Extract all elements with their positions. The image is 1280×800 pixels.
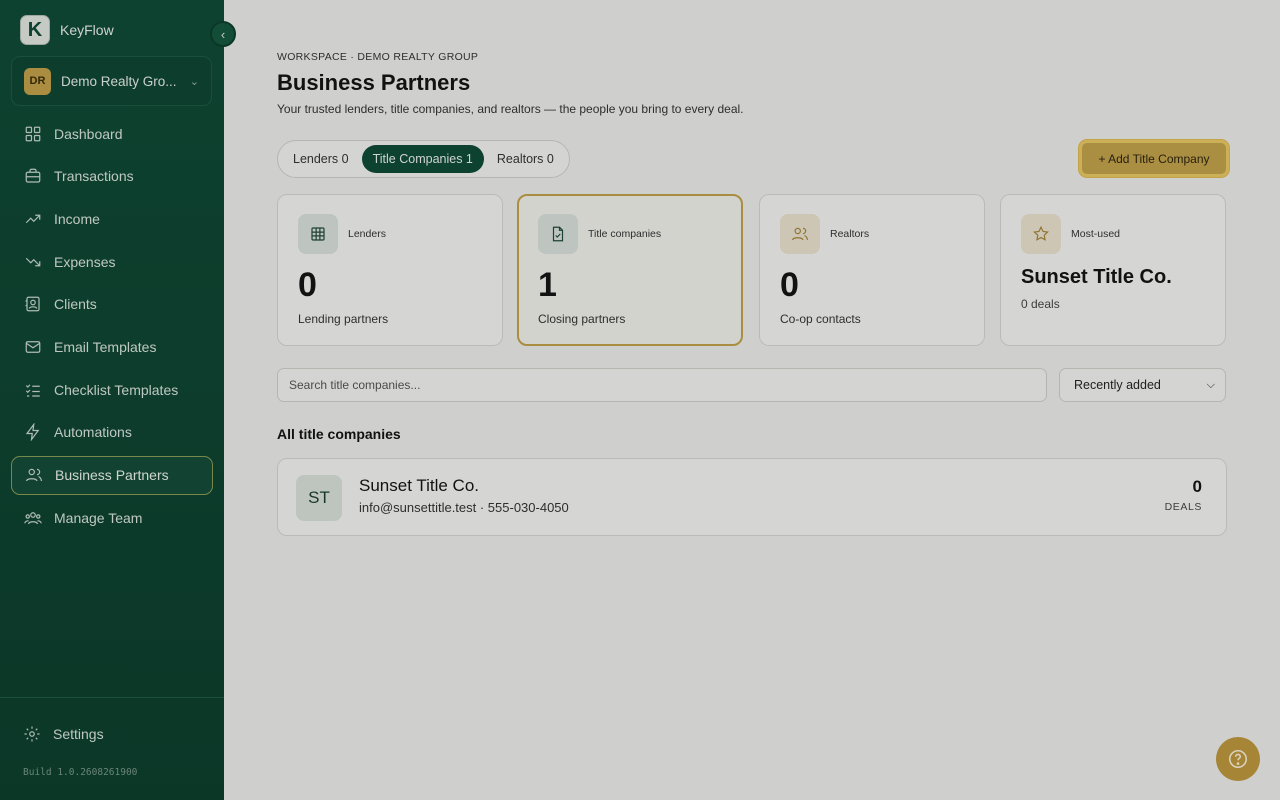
build-version: Build 1.0.2608261900 [23,767,138,778]
stat-value: 0 [298,266,317,304]
search-input[interactable] [277,368,1047,402]
deal-count: 0 [1192,477,1202,496]
stat-value: 0 [780,266,799,304]
sidebar-divider [0,697,224,698]
sidebar-item-email-templates[interactable]: Email Templates [11,327,213,366]
settings-label: Settings [53,726,104,742]
bolt-icon [23,423,42,442]
sidebar-item-label: Expenses [54,253,116,270]
most-used-deal-count: 0 deals [1021,297,1060,311]
main-content: WORKSPACE · DEMO REALTY GROUP Business P… [224,0,1280,800]
gear-icon [24,726,40,742]
partner-contact: info@sunsettitle.test · 555-030-4050 [359,500,569,515]
stat-caption: Co-op contacts [780,312,861,326]
sidebar-nav: Dashboard Transactions Income Expenses C… [11,114,213,541]
sidebar-item-expenses[interactable]: Expenses [11,242,213,281]
sidebar-item-checklist-templates[interactable]: Checklist Templates [11,370,213,409]
sidebar-item-label: Dashboard [54,125,123,142]
stat-card-lenders[interactable]: Lenders 0 Lending partners [277,194,503,346]
add-title-company-button[interactable]: + Add Title Company [1079,140,1229,177]
list-item[interactable]: ST Sunset Title Co. info@sunsettitle.tes… [277,458,1227,536]
sidebar-item-business-partners[interactable]: Business Partners [11,455,213,495]
team-icon [23,508,42,527]
most-used-partner-name: Sunset Title Co. [1021,266,1172,288]
sidebar-item-clients[interactable]: Clients [11,285,213,324]
stat-value: 1 [538,266,557,304]
partner-name: Sunset Title Co. [359,476,480,495]
sort-selected-value: Recently added [1074,378,1161,392]
briefcase-icon [23,167,42,186]
sidebar-item-label: Manage Team [54,509,143,526]
sidebar-item-label: Checklist Templates [54,381,179,398]
brand[interactable]: K KeyFlow [20,15,114,45]
star-icon [1021,214,1061,254]
tab-lenders[interactable]: Lenders 0 [282,145,360,173]
sidebar-item-label: Transactions [54,168,134,185]
stat-label: Title companies [588,228,662,240]
users-icon [780,214,820,254]
mail-icon [23,337,42,356]
stat-label: Most-used [1071,228,1121,240]
checklist-icon [23,380,42,399]
sidebar-item-label: Automations [54,424,132,441]
trending-up-icon [23,209,42,228]
users-icon [24,466,43,485]
stat-caption: Closing partners [538,312,626,326]
table-icon [298,214,338,254]
stat-card-title-companies[interactable]: Title companies 1 Closing partners [517,194,743,346]
grid-icon [23,124,42,143]
page-title: Business Partners [277,70,471,95]
sidebar: K KeyFlow DR Demo Realty Gro... ⌄ Dashbo… [0,0,224,800]
chevron-left-icon: ‹ [220,26,226,42]
stat-caption: Lending partners [298,312,389,326]
sidebar-item-transactions[interactable]: Transactions [11,157,213,196]
sidebar-item-dashboard[interactable]: Dashboard [11,114,213,153]
sidebar-item-manage-team[interactable]: Manage Team [11,498,213,537]
keyflow-logo: K [20,15,50,45]
workspace-avatar: DR [24,67,51,95]
avatar: ST [296,475,342,521]
workspace-name: Demo Realty Gro... [61,73,177,89]
stat-card-most-used[interactable]: Most-used Sunset Title Co. 0 deals [1000,194,1226,346]
sort-select[interactable]: Recently added ⌵ [1059,368,1226,402]
partner-type-tabs: Lenders 0 Title Companies 1 Realtors 0 [277,140,570,178]
stat-label: Realtors [830,228,870,240]
stat-label: Lenders [348,228,386,240]
chevron-down-icon: ⌄ [189,75,199,88]
sidebar-item-label: Email Templates [54,338,157,355]
sidebar-item-label: Clients [54,296,97,313]
list-title: All title companies [277,426,401,442]
file-check-icon [538,214,578,254]
sidebar-item-label: Business Partners [55,467,169,483]
trending-down-icon [23,252,42,271]
brand-name: KeyFlow [60,22,114,38]
help-icon [1228,749,1248,769]
deal-count-label: DEALS [1164,501,1202,513]
stat-card-realtors[interactable]: Realtors 0 Co-op contacts [759,194,985,346]
sidebar-item-settings[interactable]: Settings [11,715,213,753]
contacts-icon [23,295,42,314]
tab-realtors[interactable]: Realtors 0 [486,145,565,173]
sidebar-item-label: Income [54,210,100,227]
breadcrumb: WORKSPACE · DEMO REALTY GROUP [277,51,479,63]
stats-row: Lenders 0 Lending partners Title compani… [277,194,1227,346]
chevron-down-icon: ⌵ [1206,378,1215,391]
page-subtitle: Your trusted lenders, title companies, a… [277,102,744,116]
tab-title-companies[interactable]: Title Companies 1 [361,145,484,173]
workspace-switcher[interactable]: DR Demo Realty Gro... ⌄ [11,56,212,106]
sidebar-item-automations[interactable]: Automations [11,413,213,452]
help-button[interactable] [1216,737,1260,781]
collapse-sidebar-button[interactable]: ‹ [210,21,236,47]
sidebar-item-income[interactable]: Income [11,199,213,238]
